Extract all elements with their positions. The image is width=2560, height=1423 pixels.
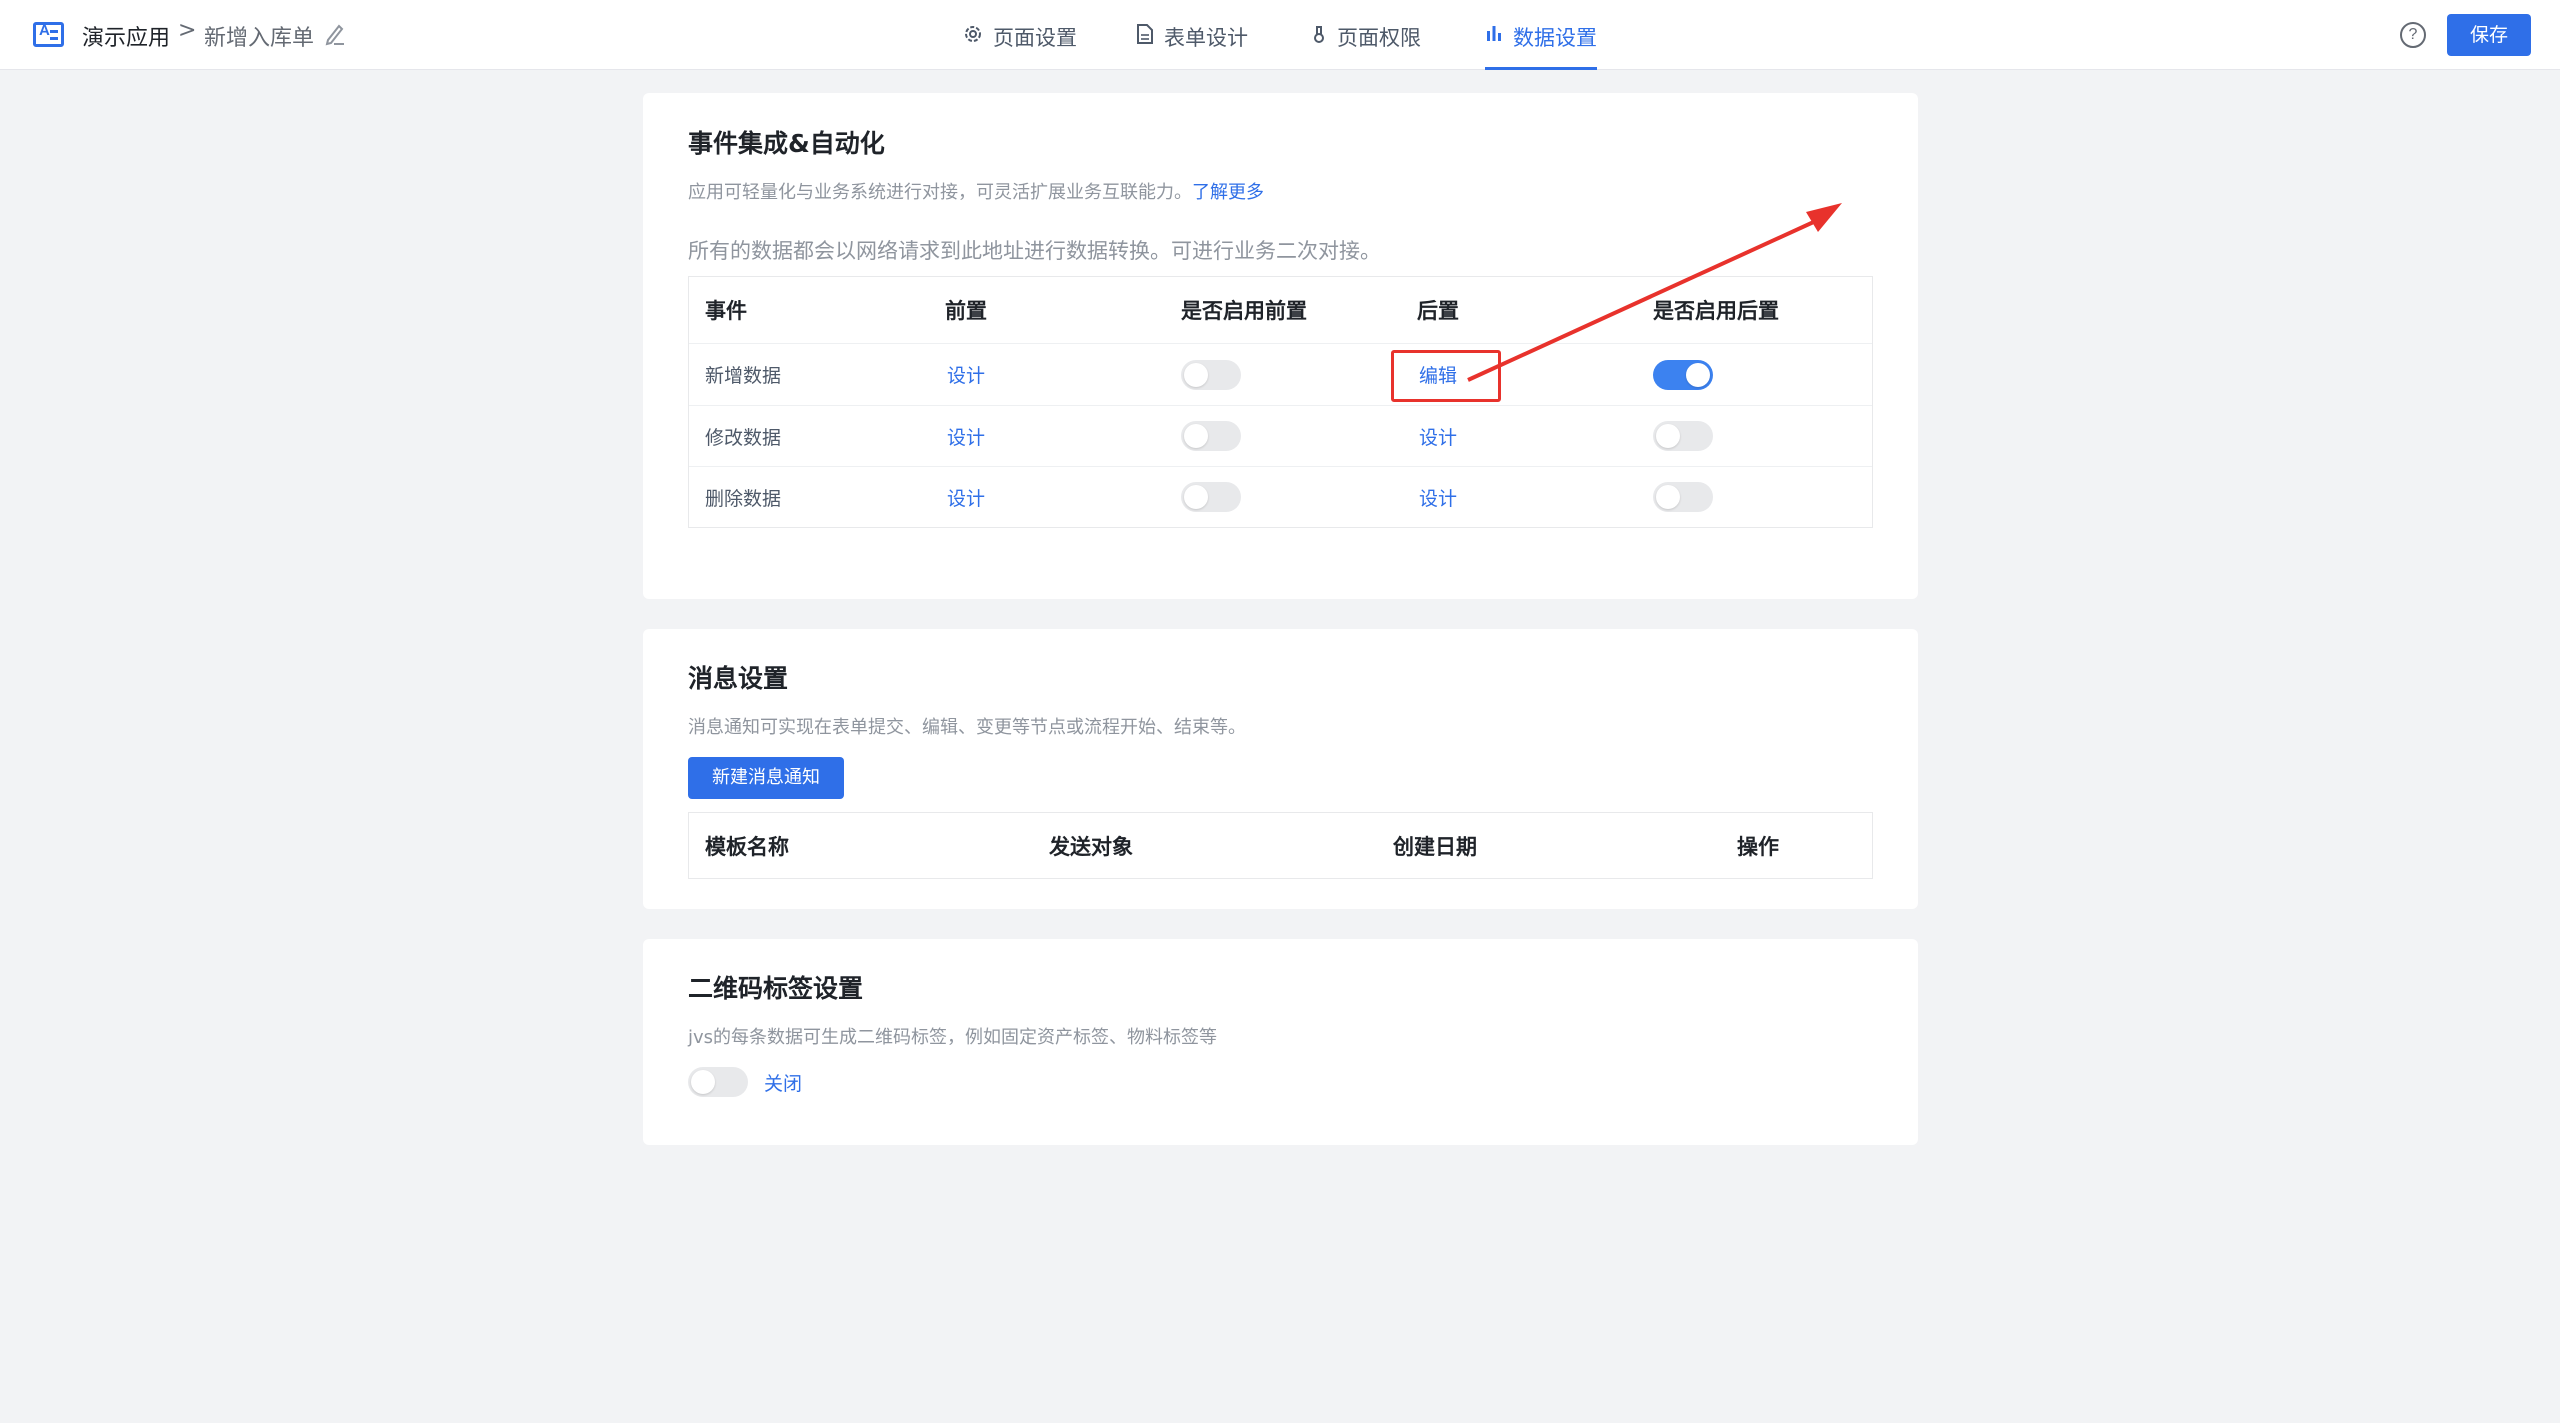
events-title: 事件集成&自动化: [688, 129, 885, 158]
tab-label: 表单设计: [1164, 26, 1248, 50]
events-table: 事件 前置 是否启用前置 后置 是否启用后置 新增数据 设计 编辑 修改数据 设…: [688, 276, 1873, 528]
post-enable-switch[interactable]: [1653, 482, 1713, 512]
event-name: 修改数据: [705, 426, 782, 449]
learn-more-link[interactable]: 了解更多: [1192, 182, 1264, 203]
qr-toggle-switch[interactable]: [688, 1067, 748, 1097]
pre-design-link[interactable]: 设计: [947, 344, 985, 405]
qr-card: 二维码标签设置 jvs的每条数据可生成二维码标签，例如固定资产标签、物料标签等 …: [643, 939, 1918, 1145]
column-header: 创建日期: [1393, 834, 1477, 859]
post-design-link[interactable]: 设计: [1419, 406, 1457, 466]
tab-page-permissions[interactable]: 页面权限: [1311, 22, 1421, 70]
column-header: 操作: [1737, 834, 1779, 859]
table-row: 修改数据 设计 设计: [689, 405, 1872, 466]
message-card: 消息设置 消息通知可实现在表单提交、编辑、变更等节点或流程开始、结束等。 新建消…: [643, 629, 1918, 909]
events-desc: 应用可轻量化与业务系统进行对接，可灵活扩展业务互联能力。了解更多: [688, 178, 1264, 204]
events-card: 事件集成&自动化 应用可轻量化与业务系统进行对接，可灵活扩展业务互联能力。了解更…: [643, 93, 1918, 599]
tab-form-design[interactable]: 表单设计: [1136, 22, 1248, 70]
new-message-button[interactable]: 新建消息通知: [688, 757, 844, 799]
message-table: 模板名称 发送对象 创建日期 操作: [688, 812, 1873, 879]
save-button[interactable]: 保存: [2447, 14, 2531, 56]
tab-label: 页面权限: [1337, 26, 1421, 50]
event-name: 删除数据: [705, 487, 782, 510]
qr-title: 二维码标签设置: [688, 974, 864, 1003]
chevron-right-icon: >: [178, 18, 197, 43]
table-row: 新增数据 设计 编辑: [689, 343, 1872, 405]
bar-chart-icon: [1487, 26, 1501, 41]
lock-icon: [1314, 26, 1324, 43]
message-title: 消息设置: [688, 664, 789, 693]
column-header: 模板名称: [705, 834, 789, 859]
post-enable-switch[interactable]: [1653, 359, 1713, 390]
top-bar: 演示应用 > 新增入库单 页面设置 表单设计 页面权限 数据设置: [0, 0, 2560, 70]
breadcrumb-form: 新增入库单: [204, 26, 315, 51]
help-icon[interactable]: ?: [2400, 22, 2426, 48]
pre-enable-switch[interactable]: [1181, 421, 1241, 451]
pre-design-link[interactable]: 设计: [947, 467, 985, 527]
column-header: 事件: [705, 299, 747, 323]
app-icon: [33, 22, 64, 47]
column-header: 是否启用前置: [1181, 299, 1307, 323]
document-icon: [1137, 24, 1153, 44]
breadcrumb-app[interactable]: 演示应用: [82, 20, 170, 52]
annotation-highlight-box: [1391, 350, 1501, 402]
events-desc-text: 应用可轻量化与业务系统进行对接，可灵活扩展业务互联能力。: [688, 182, 1192, 203]
tab-label: 数据设置: [1513, 26, 1597, 50]
pre-enable-switch[interactable]: [1181, 359, 1241, 390]
table-row: 删除数据 设计 设计: [689, 466, 1872, 527]
tab-label: 页面设置: [993, 26, 1077, 50]
qr-toggle-label: 关闭: [764, 1072, 803, 1095]
column-header: 前置: [945, 299, 987, 323]
tab-data-settings[interactable]: 数据设置: [1485, 22, 1597, 70]
tab-page-settings[interactable]: 页面设置: [963, 22, 1077, 70]
column-header: 发送对象: [1049, 834, 1133, 859]
message-desc: 消息通知可实现在表单提交、编辑、变更等节点或流程开始、结束等。: [688, 717, 1246, 738]
pre-design-link[interactable]: 设计: [947, 406, 985, 466]
events-note: 所有的数据都会以网络请求到此地址进行数据转换。可进行业务二次对接。: [688, 239, 1381, 263]
table-header-row: 事件 前置 是否启用前置 后置 是否启用后置: [689, 277, 1872, 343]
pre-enable-switch[interactable]: [1181, 482, 1241, 512]
column-header: 后置: [1417, 299, 1459, 323]
gear-icon: [965, 26, 981, 42]
event-name: 新增数据: [705, 365, 782, 387]
post-enable-switch[interactable]: [1653, 421, 1713, 451]
pencil-icon[interactable]: [324, 22, 346, 46]
qr-desc: jvs的每条数据可生成二维码标签，例如固定资产标签、物料标签等: [688, 1027, 1218, 1048]
table-header-row: 模板名称 发送对象 创建日期 操作: [689, 813, 1872, 878]
post-design-link[interactable]: 设计: [1419, 467, 1457, 527]
column-header: 是否启用后置: [1653, 299, 1779, 323]
